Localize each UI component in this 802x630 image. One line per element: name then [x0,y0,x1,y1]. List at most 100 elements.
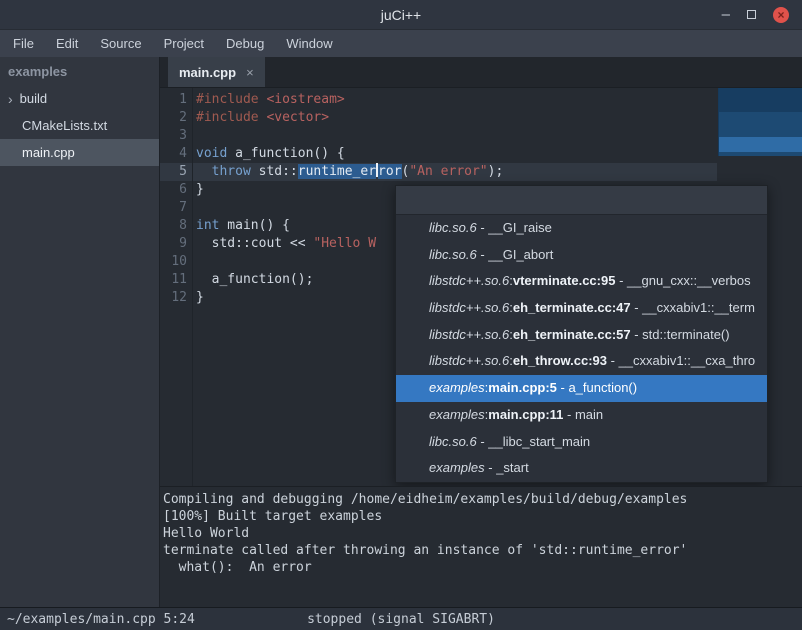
line-number: 4 [160,145,187,163]
statusbar: ~/examples/main.cpp 5:24 stopped (signal… [0,607,802,630]
app-window: juCi++ – × FileEditSourceProjectDebugWin… [0,0,802,630]
code-line[interactable]: 4void a_function() { [160,145,802,163]
close-icon[interactable]: × [773,7,789,23]
maximize-icon[interactable] [747,10,756,19]
menu-debug[interactable]: Debug [215,36,275,51]
sidebar-item-build[interactable]: › build [0,85,159,112]
frame-module: examples [429,380,485,395]
project-name-header: examples [0,57,159,85]
backtrace-popup: libc.so.6 - __GI_raiselibc.so.6 - __GI_a… [395,185,768,483]
menu-source[interactable]: Source [89,36,152,51]
line-number: 5 [160,163,187,181]
frame-module: examples [429,460,485,475]
status-file-position: ~/examples/main.cpp 5:24 [0,612,195,627]
code-text: } [187,181,204,199]
backtrace-frame[interactable]: libc.so.6 - __GI_abort [396,242,767,269]
line-number: 9 [160,235,187,253]
frame-module: examples [429,407,485,422]
main-area: examples › build CMakeLists.txt main.cpp ma… [0,57,802,607]
backtrace-frame[interactable]: examples:main.cpp:5 - a_function() [396,375,767,402]
titlebar: juCi++ – × [0,0,802,30]
line-number: 6 [160,181,187,199]
backtrace-header [396,186,767,215]
backtrace-frame[interactable]: examples - _start [396,455,767,482]
backtrace-frame[interactable]: libstdc++.so.6:eh_throw.cc:93 - __cxxabi… [396,348,767,375]
tab-close-icon[interactable]: × [246,65,254,80]
code-text: a_function(); [187,271,313,289]
backtrace-frame[interactable]: examples:main.cpp:11 - main [396,402,767,429]
tabstrip: main.cpp × [160,57,802,88]
backtrace-frame[interactable]: libc.so.6 - __libc_start_main [396,429,767,456]
sidebar-item-cmakelists-txt[interactable]: CMakeLists.txt [0,112,159,139]
code-line[interactable]: 2#include <vector> [160,109,802,127]
line-number: 8 [160,217,187,235]
frame-location: eh_throw.cc:93 [513,353,607,368]
frame-location: eh_terminate.cc:47 [513,300,631,315]
frame-location: eh_terminate.cc:57 [513,327,631,342]
debug-tooltip-highlight [719,137,802,152]
code-text [187,253,196,271]
code-line[interactable]: 3 [160,127,802,145]
frame-module: libstdc++.so.6 [429,353,509,368]
code-text: int main() { [187,217,290,235]
terminal-output: Compiling and debugging /home/eidheim/ex… [163,491,799,576]
menu-project[interactable]: Project [153,36,215,51]
menu-edit[interactable]: Edit [45,36,89,51]
menubar: FileEditSourceProjectDebugWindow [0,30,802,57]
terminal-line: terminate called after throwing an insta… [163,542,799,559]
terminal-panel: Compiling and debugging /home/eidheim/ex… [160,486,802,607]
chevron-right-icon[interactable]: › [8,92,13,106]
line-number: 7 [160,199,187,217]
terminal-line: Compiling and debugging /home/eidheim/ex… [163,491,799,508]
frame-location: main.cpp:5 [488,380,557,395]
code-text: void a_function() { [187,145,345,163]
backtrace-list: libc.so.6 - __GI_raiselibc.so.6 - __GI_a… [396,215,767,482]
minimize-icon[interactable]: – [722,7,730,22]
menu-file[interactable]: File [2,36,45,51]
line-number: 2 [160,109,187,127]
code-text [187,127,196,145]
tab-main-cpp[interactable]: main.cpp × [168,57,265,87]
frame-module: libc.so.6 [429,220,477,235]
tree-item-label: build [20,91,47,106]
frame-module: libc.so.6 [429,247,477,262]
frame-module: libc.so.6 [429,434,477,449]
file-browser-sidebar: examples › build CMakeLists.txt main.cpp [0,57,160,607]
tree-item-label: main.cpp [22,145,75,160]
backtrace-frame[interactable]: libstdc++.so.6:eh_terminate.cc:47 - __cx… [396,295,767,322]
code-line[interactable]: 1#include <iostream> [160,91,802,109]
code-editor[interactable]: 1#include <iostream>2#include <vector>34… [160,88,802,486]
window-controls: – × [722,7,802,23]
code-text: throw std::runtime_error("An error"); [187,163,503,181]
code-text: } [187,289,204,307]
code-line[interactable]: 5 throw std::runtime_error("An error"); [160,163,802,181]
line-number: 3 [160,127,187,145]
backtrace-frame[interactable]: libc.so.6 - __GI_raise [396,215,767,242]
frame-location: main.cpp:11 [488,407,563,422]
frame-module: libstdc++.so.6 [429,300,509,315]
terminal-line: what(): An error [163,559,799,576]
line-number: 11 [160,271,187,289]
code-text [187,199,196,217]
frame-module: libstdc++.so.6 [429,327,509,342]
frame-module: libstdc++.so.6 [429,273,509,288]
sidebar-item-main-cpp[interactable]: main.cpp [0,139,159,166]
editor-pane: main.cpp × 1#include <iostream>2#include… [160,57,802,607]
code-text: #include <iostream> [187,91,345,109]
frame-location: vterminate.cc:95 [513,273,616,288]
file-tree: › build CMakeLists.txt main.cpp [0,85,159,166]
debug-tooltip-overlay [718,88,802,156]
debug-tooltip-top [719,88,802,112]
code-text: std::cout << "Hello W [187,235,376,253]
line-number: 10 [160,253,187,271]
backtrace-frame[interactable]: libstdc++.so.6:vterminate.cc:95 - __gnu_… [396,268,767,295]
line-number: 12 [160,289,187,307]
backtrace-frame[interactable]: libstdc++.so.6:eh_terminate.cc:57 - std:… [396,322,767,349]
line-number: 1 [160,91,187,109]
menu-window[interactable]: Window [275,36,343,51]
window-title: juCi++ [0,7,802,23]
terminal-line: Hello World [163,525,799,542]
tab-label: main.cpp [179,65,236,80]
code-text: #include <vector> [187,109,329,127]
terminal-line: [100%] Built target examples [163,508,799,525]
